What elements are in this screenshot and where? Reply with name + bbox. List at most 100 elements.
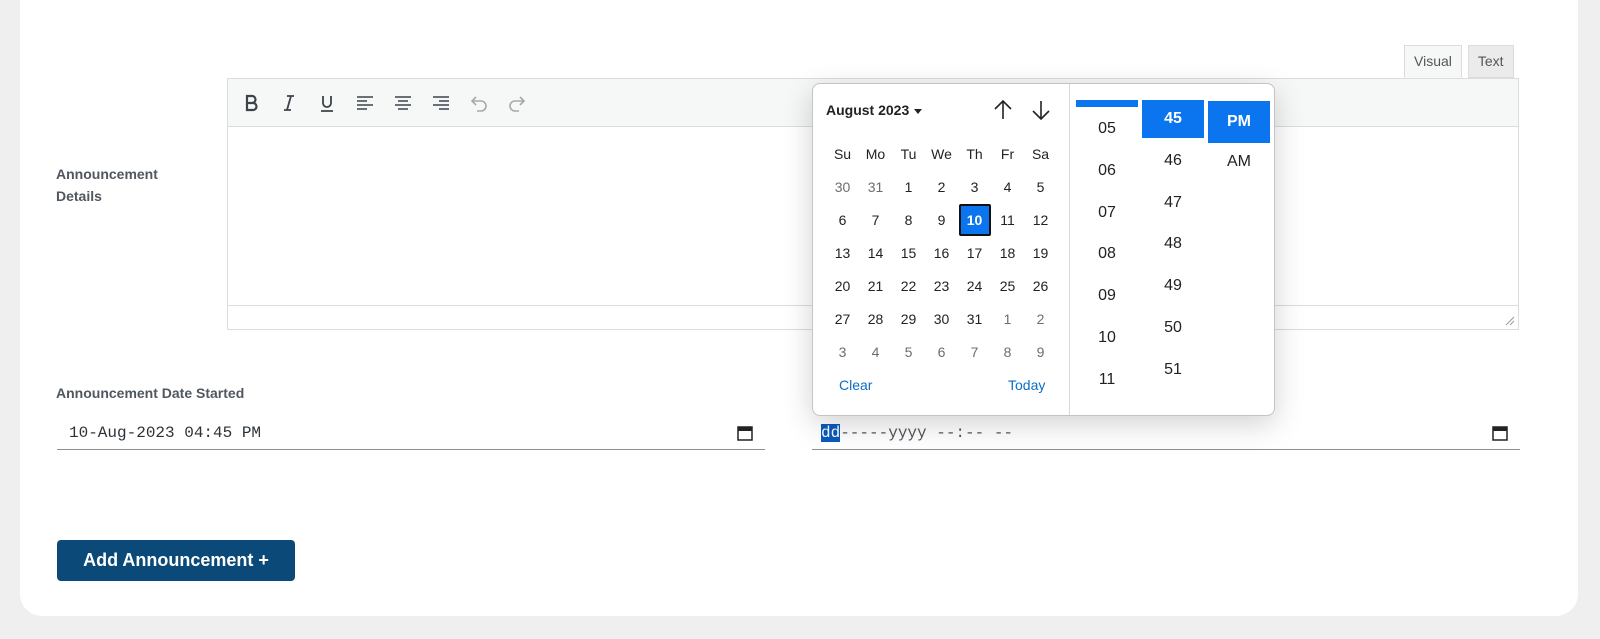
calendar-day[interactable]: 20: [826, 270, 859, 303]
calendar-day[interactable]: 2: [925, 171, 958, 204]
minute-column[interactable]: 45 46 47 48 49 50 51: [1142, 84, 1204, 415]
calendar-day[interactable]: 15: [892, 237, 925, 270]
calendar-day[interactable]: 6: [826, 204, 859, 237]
date-started-label: Announcement Date Started: [56, 385, 245, 401]
calendar-day[interactable]: 3: [826, 336, 859, 369]
calendar-day[interactable]: 13: [826, 237, 859, 270]
ampm-option[interactable]: AM: [1208, 143, 1270, 181]
tab-text[interactable]: Text: [1467, 45, 1514, 78]
picker-divider: [1069, 84, 1070, 415]
calendar-day[interactable]: 28: [859, 303, 892, 336]
weekday-header: Tu: [900, 146, 917, 162]
calendar-day[interactable]: 8: [991, 336, 1024, 369]
clear-button[interactable]: Clear: [839, 377, 872, 393]
caret-down-icon: [914, 108, 923, 114]
calendar-day[interactable]: 8: [892, 204, 925, 237]
minute-option[interactable]: 45: [1142, 100, 1204, 138]
calendar-day[interactable]: 22: [892, 270, 925, 303]
calendar-icon[interactable]: [737, 425, 753, 441]
minute-option[interactable]: 48: [1142, 225, 1204, 263]
calendar-day[interactable]: 4: [991, 171, 1024, 204]
datetime-picker: August 2023 Su Mo Tu We Th Fr Sa 30 31 1 2 3 4 5 6 7 8 9 1…: [812, 83, 1275, 416]
resize-handle-icon[interactable]: [1505, 316, 1515, 326]
calendar-day[interactable]: 6: [925, 336, 958, 369]
hour-option[interactable]: 08: [1076, 235, 1138, 273]
align-right-icon[interactable]: [428, 90, 454, 116]
calendar-day[interactable]: 16: [925, 237, 958, 270]
arrow-down-icon[interactable]: [1028, 97, 1054, 123]
hour-option[interactable]: 11: [1076, 361, 1138, 399]
calendar-day[interactable]: 17: [958, 237, 991, 270]
undo-icon[interactable]: [466, 90, 492, 116]
minute-option[interactable]: 50: [1142, 309, 1204, 347]
redo-icon[interactable]: [504, 90, 530, 116]
month-year-select[interactable]: August 2023: [826, 102, 923, 118]
underline-icon[interactable]: [314, 90, 340, 116]
calendar-day[interactable]: 3: [958, 171, 991, 204]
announcement-details-label: Announcement Details: [56, 166, 158, 204]
hour-option[interactable]: 09: [1076, 277, 1138, 315]
hour-option[interactable]: 10: [1076, 319, 1138, 357]
calendar-day[interactable]: 21: [859, 270, 892, 303]
calendar-day[interactable]: 14: [859, 237, 892, 270]
add-announcement-button[interactable]: Add Announcement +: [57, 540, 295, 581]
bold-icon[interactable]: [238, 90, 264, 116]
align-left-icon[interactable]: [352, 90, 378, 116]
minute-option[interactable]: 46: [1142, 142, 1204, 180]
calendar-day[interactable]: 1: [991, 303, 1024, 336]
calendar-icon[interactable]: [1492, 425, 1508, 441]
weekday-header: Th: [966, 146, 983, 162]
calendar-day[interactable]: 31: [859, 171, 892, 204]
calendar-day[interactable]: 31: [958, 303, 991, 336]
calendar-day[interactable]: 11: [991, 204, 1024, 237]
calendar-day[interactable]: 23: [925, 270, 958, 303]
minute-option[interactable]: 47: [1142, 184, 1204, 222]
hour-option[interactable]: 06: [1076, 152, 1138, 190]
calendar-day[interactable]: 26: [1024, 270, 1057, 303]
tab-visual[interactable]: Visual: [1404, 45, 1462, 78]
calendar-day[interactable]: 5: [1024, 171, 1057, 204]
italic-icon[interactable]: [276, 90, 302, 116]
weekday-header: Fr: [1000, 146, 1015, 162]
date-started-input[interactable]: 10-Aug-2023 04:45 PM: [57, 416, 765, 450]
calendar-day[interactable]: 25: [991, 270, 1024, 303]
calendar-day[interactable]: 29: [892, 303, 925, 336]
calendar-day[interactable]: 30: [925, 303, 958, 336]
today-button[interactable]: Today: [1008, 377, 1045, 393]
calendar-day[interactable]: 9: [1024, 336, 1057, 369]
calendar-day[interactable]: 2: [1024, 303, 1057, 336]
minute-option[interactable]: 49: [1142, 267, 1204, 305]
calendar-panel: August 2023 Su Mo Tu We Th Fr Sa 30 31 1 2 3 4 5 6 7 8 9 1…: [813, 84, 1069, 415]
calendar-day[interactable]: 7: [859, 204, 892, 237]
calendar-day[interactable]: 10: [958, 204, 991, 237]
weekday-header: We: [931, 146, 952, 162]
day-segment[interactable]: dd: [821, 423, 841, 442]
calendar-day[interactable]: 12: [1024, 204, 1057, 237]
date-ended-input[interactable]: dd -----yyyy --:-- --: [812, 416, 1520, 450]
calendar-day[interactable]: 7: [958, 336, 991, 369]
arrow-up-icon[interactable]: [990, 97, 1016, 123]
calendar-day[interactable]: 9: [925, 204, 958, 237]
hour-column[interactable]: 05 06 07 08 09 10 11: [1076, 84, 1138, 415]
weekday-header: Mo: [865, 146, 886, 162]
month-year-label: August 2023: [826, 102, 910, 118]
calendar-day[interactable]: 5: [892, 336, 925, 369]
calendar-grid: Su Mo Tu We Th Fr Sa 30 31 1 2 3 4 5 6 7 8 9 10 11 12 13 14 15 1…: [826, 138, 1057, 369]
calendar-day[interactable]: 30: [826, 171, 859, 204]
calendar-day[interactable]: 24: [958, 270, 991, 303]
calendar-day[interactable]: 18: [991, 237, 1024, 270]
align-center-icon[interactable]: [390, 90, 416, 116]
date-placeholder: -----yyyy --:-- --: [840, 423, 1014, 442]
calendar-day[interactable]: 1: [892, 171, 925, 204]
hour-option[interactable]: 05: [1076, 110, 1138, 148]
calendar-day[interactable]: 27: [826, 303, 859, 336]
date-started-value: 10-Aug-2023 04:45 PM: [69, 423, 262, 442]
calendar-day[interactable]: 4: [859, 336, 892, 369]
ampm-column[interactable]: PM AM: [1208, 84, 1270, 415]
minute-option[interactable]: 51: [1142, 351, 1204, 389]
hour-selected-indicator: [1076, 100, 1138, 107]
hour-option[interactable]: 07: [1076, 194, 1138, 232]
ampm-option[interactable]: PM: [1208, 101, 1270, 143]
calendar-day[interactable]: 19: [1024, 237, 1057, 270]
weekday-header: Sa: [1031, 146, 1050, 162]
